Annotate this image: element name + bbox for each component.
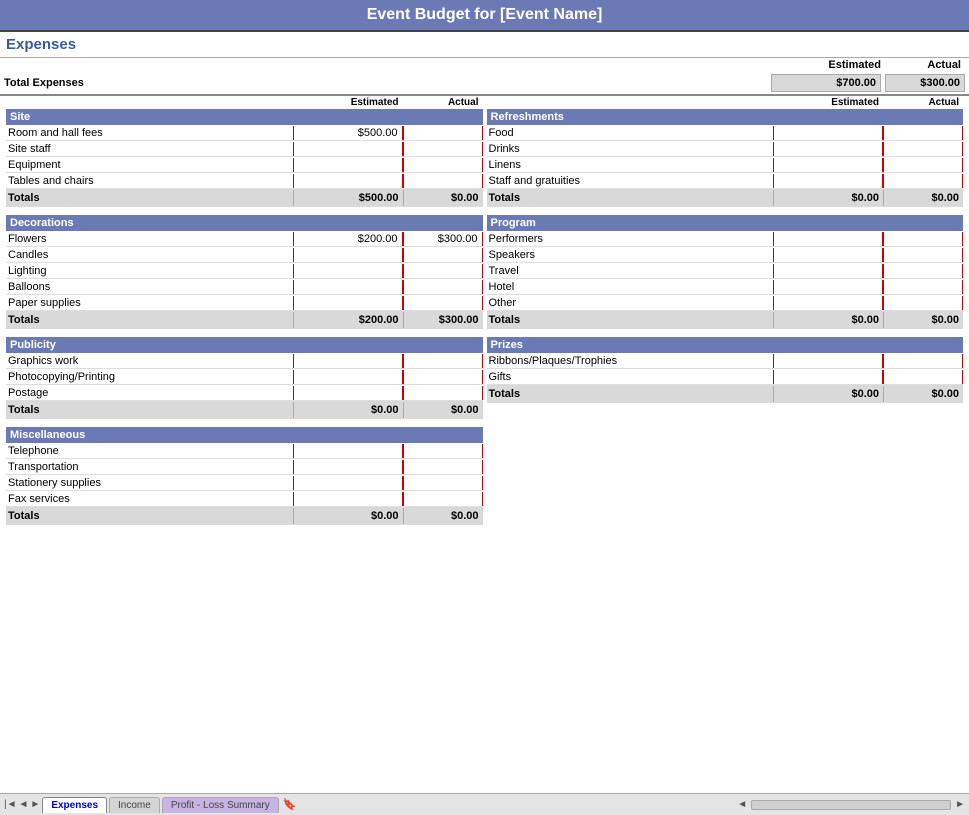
tab-nav-first[interactable]: |◄ [4,799,17,810]
table-row: Other [487,295,964,311]
site-section: Estimated Actual Site Room and hall fees… [6,96,483,207]
table-row: Postage [6,385,483,401]
refreshments-header: Refreshments [487,109,964,125]
publicity-header: Publicity [6,337,483,353]
table-row: Paper supplies [6,295,483,311]
site-col-headers: Estimated Actual [6,96,483,109]
table-row: Ribbons/Plaques/Trophies [487,353,964,369]
tab-nav-prev[interactable]: ◄ [19,799,29,810]
title-bar: Event Budget for [Event Name] [0,0,969,32]
table-row: Balloons [6,279,483,295]
table-row: Equipment [6,157,483,173]
table-row: Staff and gratuities [487,173,964,189]
table-row: Room and hall fees $500.00 [6,125,483,141]
top-actual-header: Actual [885,59,965,71]
total-expenses-row: Total Expenses $700.00 $300.00 [0,72,969,96]
table-row: Telephone [6,443,483,459]
table-row: Candles [6,247,483,263]
page-title: Event Budget for [Event Name] [367,6,603,23]
tab-income[interactable]: Income [109,797,160,813]
miscellaneous-totals-row: Totals $0.00 $0.00 [6,507,483,525]
decorations-section: Decorations Flowers $200.00 $300.00 Cand… [6,215,483,329]
table-row: Lighting [6,263,483,279]
site-header: Site [6,109,483,125]
total-expenses-estimated: $700.00 [771,74,881,92]
program-section: Program Performers Speakers Travel Hotel [487,215,964,329]
table-row: Transportation [6,459,483,475]
prizes-section: Prizes Ribbons/Plaques/Trophies Gifts To… [487,337,964,403]
table-row: Photocopying/Printing [6,369,483,385]
program-header: Program [487,215,964,231]
refreshments-section: Estimated Actual Refreshments Food Drink… [487,96,964,207]
expenses-header: Expenses [0,32,969,58]
table-row: Stationery supplies [6,475,483,491]
scrollbar-area[interactable]: ◄ ► [737,799,965,810]
table-row: Gifts [487,369,964,385]
miscellaneous-header: Miscellaneous [6,427,483,443]
tab-profit-loss[interactable]: Profit - Loss Summary [162,797,279,813]
total-expenses-actual: $300.00 [885,74,965,92]
publicity-section: Publicity Graphics work Photocopying/Pri… [6,337,483,419]
program-totals-row: Totals $0.00 $0.00 [487,311,964,329]
table-row: Performers [487,231,964,247]
table-row: Travel [487,263,964,279]
prizes-totals-row: Totals $0.00 $0.00 [487,385,964,403]
tab-bar: |◄ ◄ ► Expenses Income Profit - Loss Sum… [0,793,969,815]
table-row: Tables and chairs [6,173,483,189]
decorations-header: Decorations [6,215,483,231]
table-row: Drinks [487,141,964,157]
total-expenses-label: Total Expenses [4,77,767,89]
table-row: Linens [487,157,964,173]
top-col-headers: Estimated Actual [0,58,969,72]
table-row: Flowers $200.00 $300.00 [6,231,483,247]
tab-add-btn[interactable]: 🔖 [283,798,297,811]
top-estimated-header: Estimated [775,59,885,71]
table-row: Site staff [6,141,483,157]
publicity-totals-row: Totals $0.00 $0.00 [6,401,483,419]
table-row: Food [487,125,964,141]
right-col: Estimated Actual Refreshments Food Drink… [485,96,966,533]
table-row: Graphics work [6,353,483,369]
prizes-header: Prizes [487,337,964,353]
miscellaneous-section: Miscellaneous Telephone Transportation S… [6,427,483,525]
table-row: Fax services [6,491,483,507]
tab-expenses[interactable]: Expenses [42,797,107,813]
table-row: Speakers [487,247,964,263]
refreshments-col-headers: Estimated Actual [487,96,964,109]
refreshments-totals-row: Totals $0.00 $0.00 [487,189,964,207]
tab-nav-next[interactable]: ► [30,799,40,810]
table-row: Hotel [487,279,964,295]
decorations-totals-row: Totals $200.00 $300.00 [6,311,483,329]
left-col: Estimated Actual Site Room and hall fees… [4,96,485,533]
site-totals-row: Totals $500.00 $0.00 [6,189,483,207]
main-content: Estimated Actual Site Room and hall fees… [0,96,969,533]
